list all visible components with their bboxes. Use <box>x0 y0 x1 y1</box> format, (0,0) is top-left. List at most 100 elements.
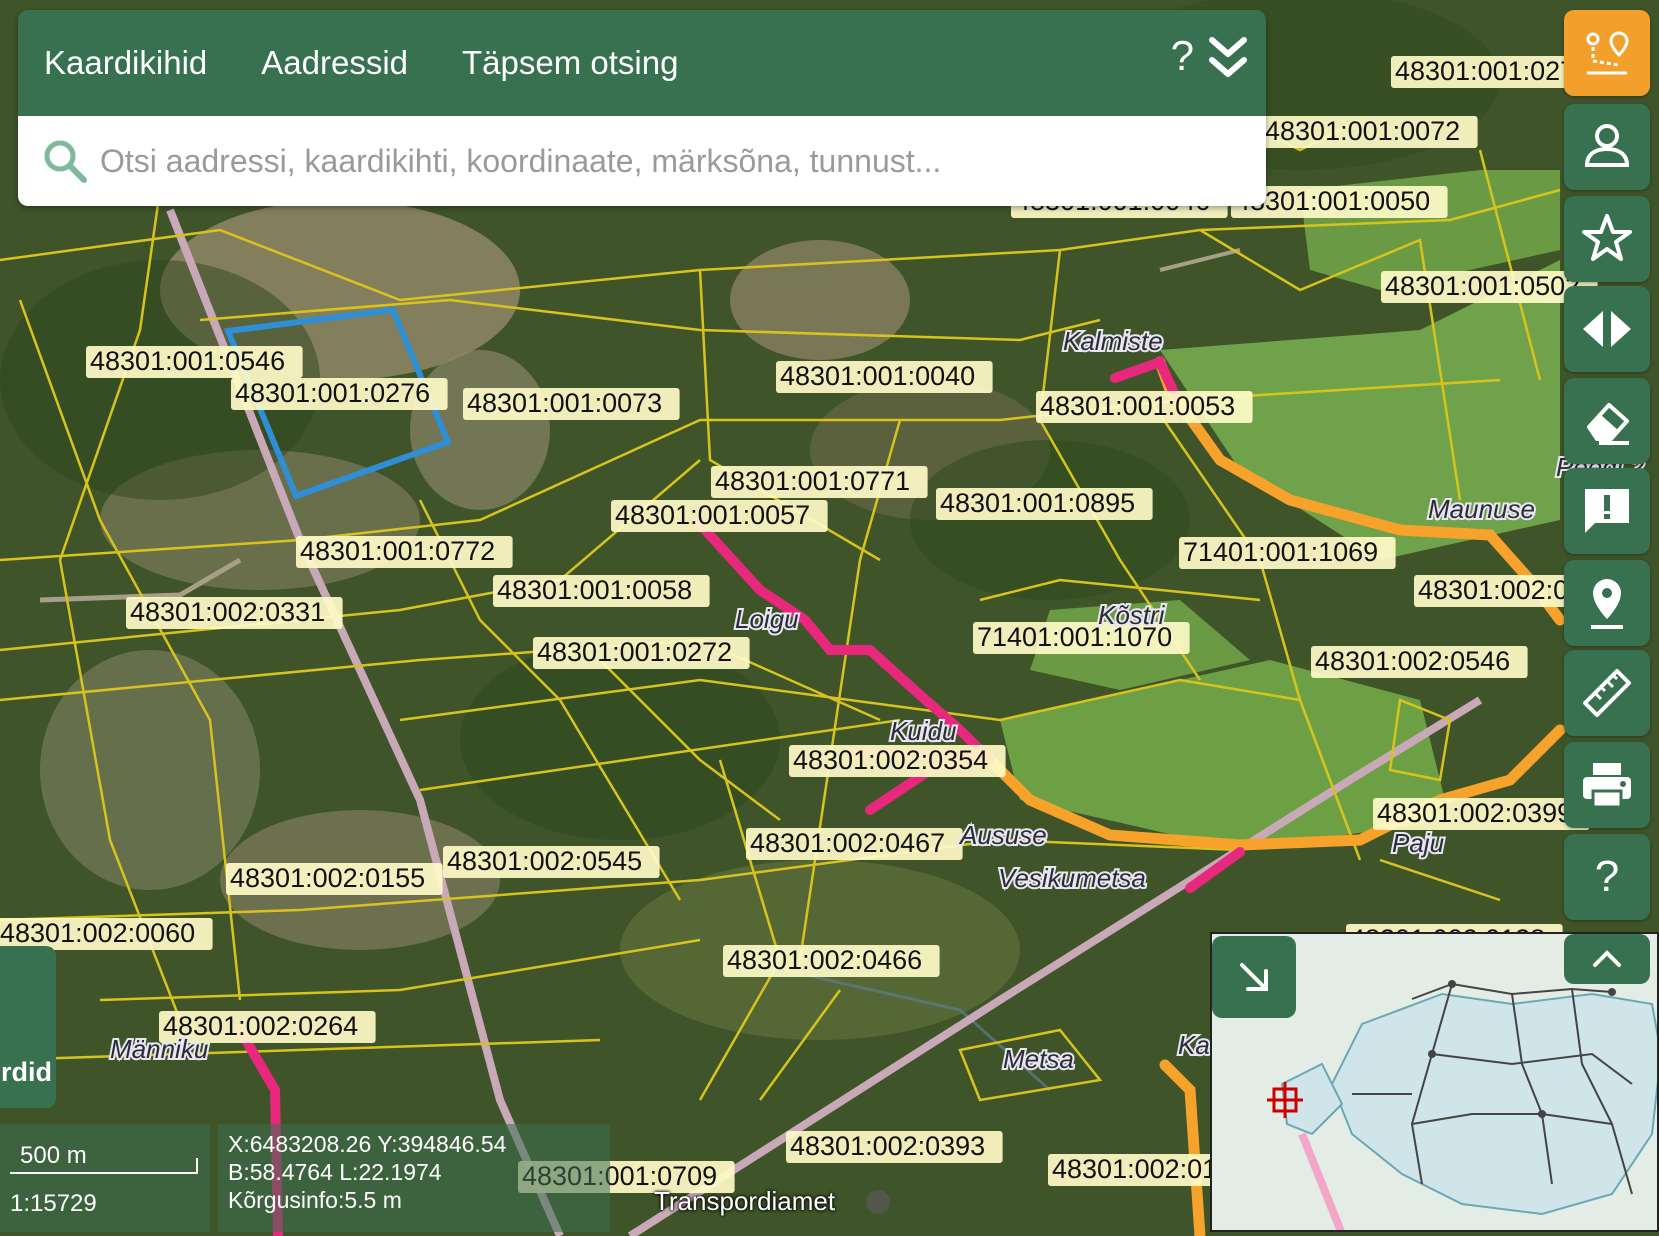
parcel-label: 48301:002:0399 <box>1373 798 1590 830</box>
parcel-label: 48301:002:0331 <box>126 597 343 629</box>
svg-text:48301:001:0040: 48301:001:0040 <box>780 361 975 391</box>
svg-text:48301:002:0060: 48301:002:0060 <box>0 918 195 948</box>
place-name: Loigu <box>735 604 799 634</box>
parcel-label: 48301:002:0467 <box>746 828 963 860</box>
parcel-label: 48301:001:0546 <box>86 346 303 378</box>
help-icon: ? <box>1594 852 1620 901</box>
svg-text:48301:001:0073: 48301:001:0073 <box>467 388 662 418</box>
parcel-label: 48301:001:0772 <box>296 536 513 568</box>
search-row <box>18 116 1266 206</box>
parcel-label: 48301:002:0354 <box>789 745 1006 777</box>
overview-toggle-button[interactable] <box>1564 934 1650 984</box>
location-pin-icon <box>1591 579 1623 629</box>
svg-text:48301:001:0502: 48301:001:0502 <box>1385 271 1580 301</box>
svg-text:48301:002:0331: 48301:002:0331 <box>130 597 325 627</box>
svg-text:48301:001:0272: 48301:001:0272 <box>537 637 732 667</box>
svg-text:48301:002:0354: 48301:002:0354 <box>793 745 988 775</box>
parcel-label: 48301:002:0545 <box>443 846 660 878</box>
compare-icon <box>1583 311 1631 347</box>
location-button[interactable] <box>1564 560 1650 646</box>
chevron-up-icon <box>1593 950 1621 967</box>
svg-text:48301:002:0393: 48301:002:0393 <box>790 1131 985 1161</box>
svg-text:48301:001:0276: 48301:001:0276 <box>235 378 430 408</box>
scale-box: 500 m 1:15729 <box>0 1124 210 1232</box>
help-button[interactable]: ? <box>1171 32 1194 80</box>
svg-text:48301:001:0057: 48301:001:0057 <box>615 500 810 530</box>
parcel-label: 48301:002:0546 <box>1311 646 1528 678</box>
parcel-label: 48301:001:0072 <box>1261 116 1478 148</box>
svg-text:48301:001:0053: 48301:001:0053 <box>1040 391 1235 421</box>
svg-text:48301:002:0466: 48301:002:0466 <box>727 945 922 975</box>
svg-text:48301:001:0273: 48301:001:0273 <box>1395 56 1590 86</box>
user-icon <box>1584 124 1630 167</box>
parcel-label: 48301:002:0466 <box>723 945 940 977</box>
svg-text:48301:002:0467: 48301:002:0467 <box>750 828 945 858</box>
feedback-icon <box>1585 489 1629 533</box>
tab-aadressid[interactable]: Aadressid <box>261 44 408 82</box>
svg-text:71401:001:1069: 71401:001:1069 <box>1183 537 1378 567</box>
parcel-label: 48301:001:0073 <box>463 388 680 420</box>
parcel-label: 48301:001:0895 <box>936 488 1153 520</box>
print-button[interactable] <box>1564 742 1650 828</box>
eraser-button[interactable] <box>1564 378 1650 464</box>
coordinate-box: X:6483208.26 Y:394846.54 B:58.4764 L:22.… <box>218 1124 610 1232</box>
star-icon <box>1582 214 1632 261</box>
svg-text:48301:001:0546: 48301:001:0546 <box>90 346 285 376</box>
measure-button[interactable] <box>1564 650 1650 736</box>
double-chevron-down-icon[interactable] <box>1206 34 1250 82</box>
favorites-button[interactable] <box>1564 196 1650 282</box>
place-name: Aususe <box>958 820 1047 850</box>
parcel-label: 48301:001:0272 <box>533 637 750 669</box>
search-input[interactable] <box>98 141 1252 181</box>
arrow-down-right-icon <box>1240 963 1268 991</box>
parcel-label: 48301:001:0053 <box>1036 391 1253 423</box>
svg-text:48301:001:0771: 48301:001:0771 <box>715 466 910 496</box>
parcel-label: 71401:001:1069 <box>1179 537 1396 569</box>
help-tool-button[interactable]: ? <box>1564 834 1650 920</box>
attribution-info-icon[interactable] <box>866 1190 890 1214</box>
parcel-label: 48301:002:0393 <box>786 1131 1003 1163</box>
svg-text:48301:002:0399: 48301:002:0399 <box>1377 798 1572 828</box>
feedback-button[interactable] <box>1564 468 1650 554</box>
parcel-label: 48301:001:0058 <box>493 575 710 607</box>
route-tool-button[interactable] <box>1564 10 1650 96</box>
parcel-label: 48301:002:0155 <box>226 863 443 895</box>
ruler-icon <box>1583 669 1631 717</box>
place-name: Kuidu <box>890 716 957 746</box>
scale-distance: 500 m <box>20 1142 87 1169</box>
svg-text:48301:002:0155: 48301:002:0155 <box>230 863 425 893</box>
search-icon <box>44 140 87 183</box>
svg-text:48301:002:0546: 48301:002:0546 <box>1315 646 1510 676</box>
place-name: Männiku <box>110 1034 208 1064</box>
eraser-icon <box>1587 403 1629 445</box>
tab-tapsem-otsing[interactable]: Täpsem otsing <box>462 44 678 82</box>
attribution: Transpordiamet <box>654 1186 836 1216</box>
panel-header: Kaardikihid Aadressid Täpsem otsing ? <box>18 10 1266 116</box>
user-button[interactable] <box>1564 104 1650 190</box>
place-name: Vesikumetsa <box>998 863 1146 893</box>
coord-xy: X:6483208.26 Y:394846.54 <box>228 1131 507 1157</box>
printer-icon <box>1583 763 1631 809</box>
parcel-label: 48301:001:0771 <box>711 466 928 498</box>
legend-tab-label: rdid <box>1 1057 52 1087</box>
compare-button[interactable] <box>1564 286 1650 372</box>
place-name: Metsa <box>1003 1044 1074 1074</box>
parcel-label: 48301:001:0057 <box>611 500 828 532</box>
place-name: Paju <box>1392 828 1444 858</box>
svg-text:48301:001:0072: 48301:001:0072 <box>1265 116 1460 146</box>
svg-text:48301:001:0772: 48301:001:0772 <box>300 536 495 566</box>
scale-ratio: 1:15729 <box>10 1190 97 1217</box>
place-name: Maunuse <box>1428 494 1535 524</box>
route-tool-icon <box>1586 31 1629 75</box>
overview-close-button[interactable] <box>1212 936 1296 1018</box>
svg-text:48301:002:0545: 48301:002:0545 <box>447 846 642 876</box>
place-name: Kalmiste <box>1063 326 1163 356</box>
svg-text:48301:001:0895: 48301:001:0895 <box>940 488 1135 518</box>
legend-tab[interactable]: rdid <box>0 946 56 1108</box>
place-name: Kõstri <box>1098 600 1166 630</box>
coord-height: Kõrgusinfo:5.5 m <box>228 1187 402 1213</box>
parcel-label: 48301:001:0276 <box>231 378 448 410</box>
coord-bl: B:58.4764 L:22.1974 <box>228 1159 442 1185</box>
search-panel: Kaardikihid Aadressid Täpsem otsing ? <box>18 10 1266 206</box>
tab-kaardikihid[interactable]: Kaardikihid <box>44 44 207 82</box>
